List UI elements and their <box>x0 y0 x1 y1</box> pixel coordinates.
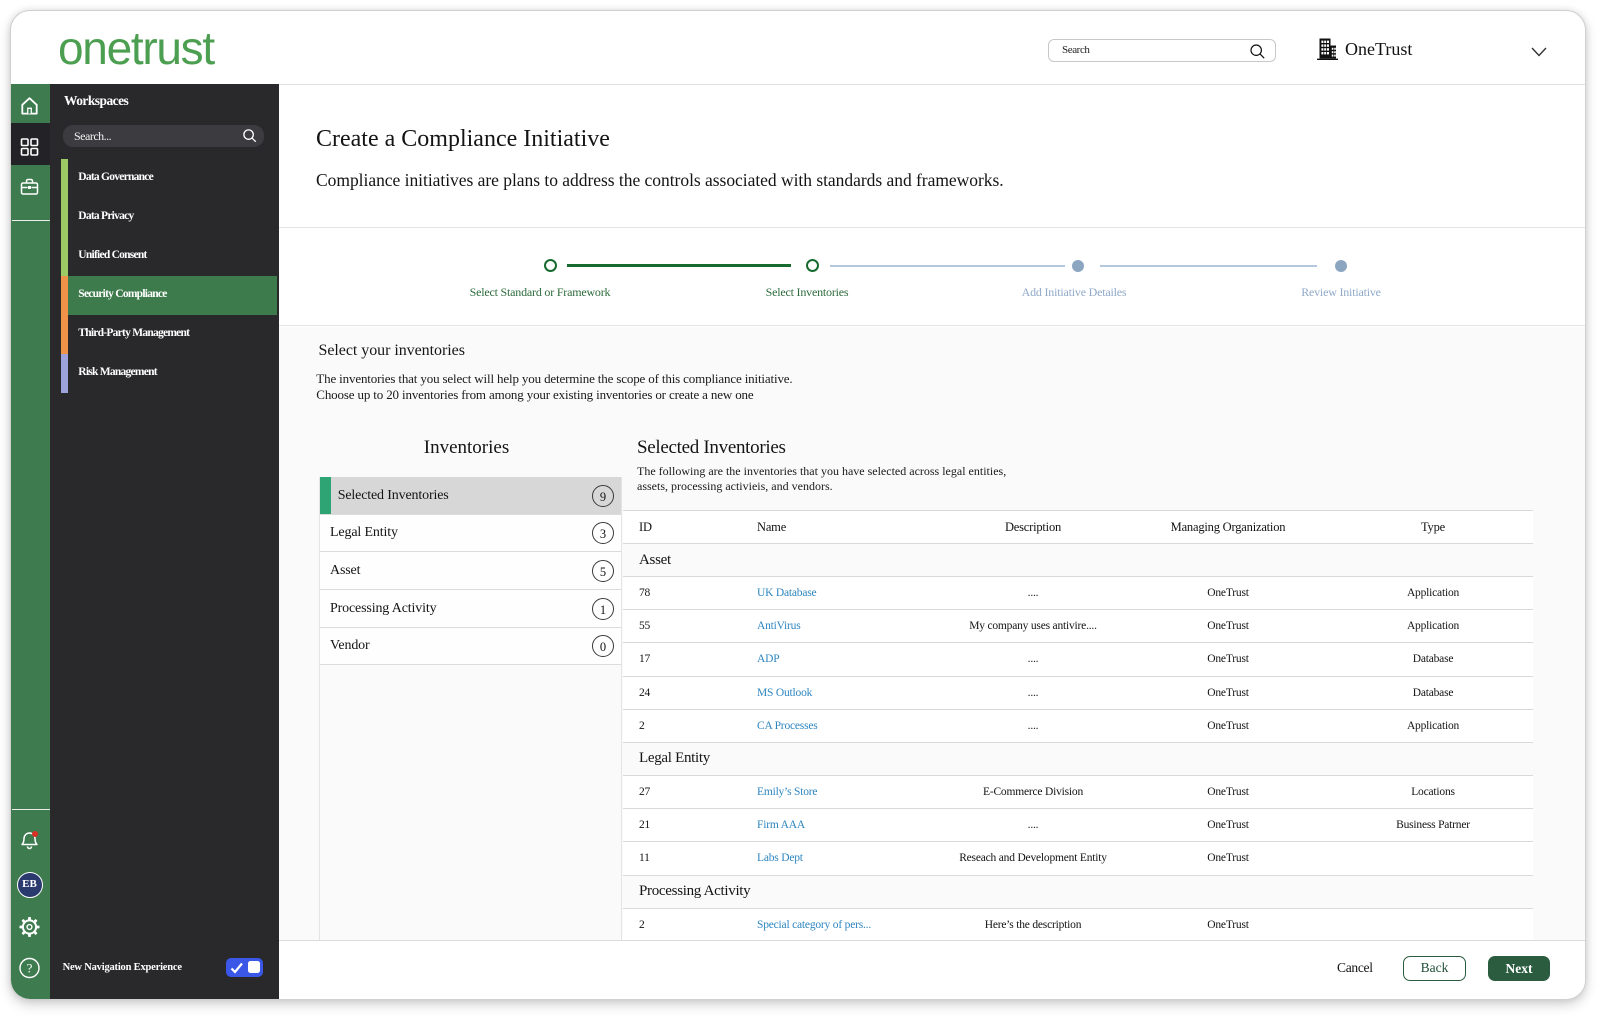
svg-text:?: ? <box>27 961 33 976</box>
